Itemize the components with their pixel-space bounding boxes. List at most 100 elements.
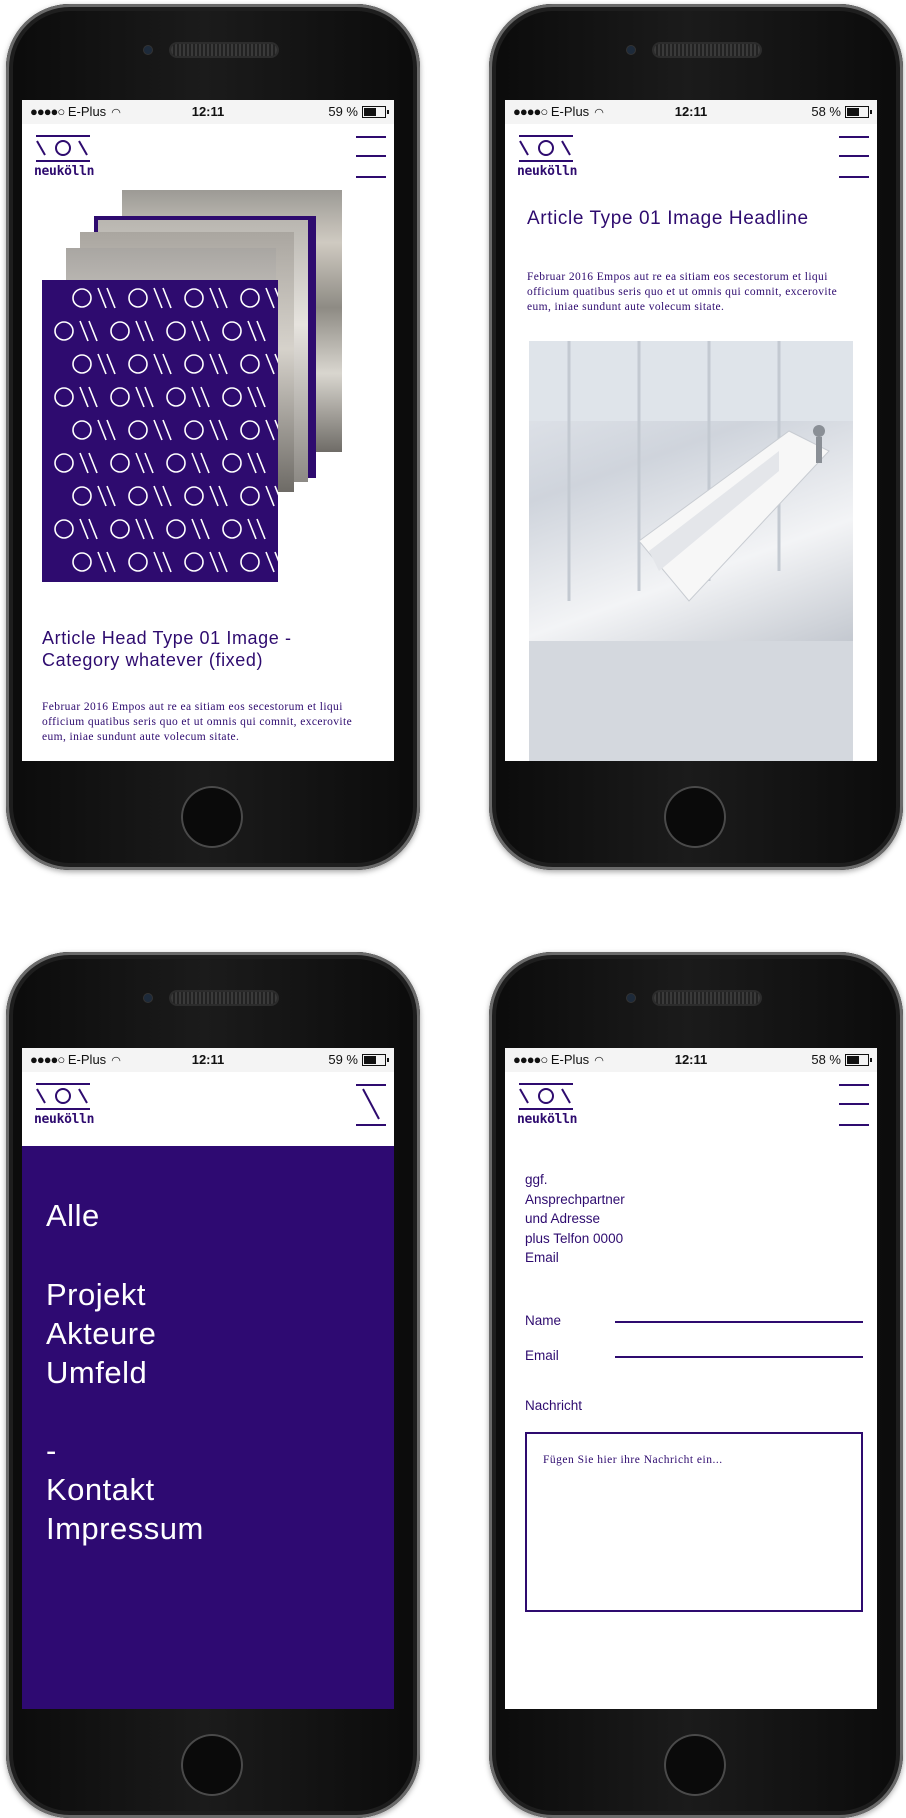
signal-icon: ●●●●○ [30, 104, 65, 119]
battery-percent: 58 % [811, 104, 841, 119]
menu-separator: - [46, 1433, 57, 1468]
carrier-group: ●●●●○ E-Plus ◠ [513, 104, 604, 119]
carrier-group: ●●●●○ E-Plus ◠ [513, 1052, 604, 1067]
image-stack[interactable] [42, 190, 362, 610]
status-time: 12:11 [191, 1052, 225, 1067]
logo[interactable]: neukölln [34, 134, 95, 179]
staircase-illustration [529, 341, 853, 761]
battery-icon [362, 1053, 389, 1066]
menu-item-umfeld[interactable]: Umfeld [46, 1355, 147, 1391]
message-placeholder: Fügen Sie hier ihre Nachricht ein... [543, 1454, 723, 1466]
screen-article-detail: ●●●●○ E-Plus ◠ 12:11 58 % neukölln Articl… [505, 100, 877, 761]
logo-mark-icon [519, 135, 573, 162]
logo[interactable]: neukölln [517, 1082, 578, 1127]
hamburger-menu-icon[interactable] [356, 132, 386, 180]
article-image [529, 341, 853, 761]
signal-icon: ●●●●○ [513, 104, 548, 119]
site-header: neukölln [505, 1072, 877, 1146]
battery-percent: 59 % [328, 1052, 358, 1067]
menu-item-akteure[interactable]: Akteure [46, 1316, 156, 1352]
battery-percent: 58 % [811, 1052, 841, 1067]
article-headline: Article Type 01 Image Headline [527, 208, 809, 229]
pattern-cover-image [42, 280, 284, 582]
contact-line: plus Telfon 0000 [525, 1230, 624, 1246]
contact-line: ggf. [525, 1172, 548, 1187]
site-header: neukölln [505, 124, 877, 198]
battery-group: 58 % [811, 1052, 872, 1067]
home-button[interactable] [664, 1734, 726, 1796]
speaker-grille [171, 992, 277, 1004]
wifi-icon: ◠ [594, 107, 604, 119]
screen-menu: ●●●●○ E-Plus ◠ 12:11 59 % neukölln Alle … [22, 1048, 394, 1709]
carrier-name: E-Plus [67, 104, 107, 119]
name-field[interactable] [615, 1321, 863, 1323]
carrier-name: E-Plus [550, 104, 590, 119]
logo-text: neukölln [34, 1112, 95, 1127]
logo-mark-icon [36, 135, 90, 162]
home-button[interactable] [181, 1734, 243, 1796]
battery-group: 58 % [811, 104, 872, 119]
phone-frame-2: ●●●●○ E-Plus ◠ 12:11 58 % neukölln Articl… [489, 4, 903, 870]
camera-icon [144, 994, 152, 1002]
battery-group: 59 % [328, 1052, 389, 1067]
article-body: Februar 2016 Empos aut re ea sitiam eos … [527, 271, 838, 313]
speaker-grille [171, 44, 277, 56]
close-menu-icon[interactable] [356, 1080, 386, 1128]
battery-icon [845, 105, 872, 118]
logo-mark-icon [519, 1083, 573, 1110]
speaker-grille [654, 992, 760, 1004]
menu-item-projekt[interactable]: Projekt [46, 1277, 146, 1313]
status-time: 12:11 [674, 104, 708, 119]
home-button[interactable] [181, 786, 243, 848]
status-bar: ●●●●○ E-Plus ◠ 12:11 59 % [22, 1048, 394, 1072]
article-headline[interactable]: Article Head Type 01 Image - Category wh… [42, 627, 362, 671]
battery-group: 59 % [328, 104, 389, 119]
status-time: 12:11 [191, 104, 225, 119]
email-label: Email [525, 1348, 559, 1363]
contact-line: Email [525, 1250, 559, 1265]
menu-item-alle[interactable]: Alle [46, 1198, 100, 1234]
camera-icon [627, 994, 635, 1002]
phone-frame-4: ●●●●○ E-Plus ◠ 12:11 58 % neukölln ggf. [489, 952, 903, 1818]
home-button[interactable] [664, 786, 726, 848]
menu-item-kontakt[interactable]: Kontakt [46, 1472, 155, 1508]
camera-icon [144, 46, 152, 54]
status-time: 12:11 [674, 1052, 708, 1067]
contact-line: Ansprechpartner [525, 1191, 625, 1207]
message-label: Nachricht [525, 1398, 583, 1413]
wifi-icon: ◠ [111, 107, 121, 119]
logo-text: neukölln [34, 164, 95, 179]
camera-icon [627, 46, 635, 54]
carrier-group: ●●●●○ E-Plus ◠ [30, 1052, 121, 1067]
menu-item-impressum[interactable]: Impressum [46, 1511, 204, 1547]
carrier-name: E-Plus [550, 1052, 590, 1067]
phone-frame-3: ●●●●○ E-Plus ◠ 12:11 59 % neukölln Alle … [6, 952, 420, 1818]
hamburger-menu-icon[interactable] [839, 1080, 869, 1128]
article-teaser: Februar 2016 Empos aut re ea sitiam eos … [42, 701, 353, 743]
status-bar: ●●●●○ E-Plus ◠ 12:11 59 % [22, 100, 394, 124]
hamburger-menu-icon[interactable] [839, 132, 869, 180]
email-field[interactable] [615, 1356, 863, 1358]
wifi-icon: ◠ [594, 1055, 604, 1067]
logo[interactable]: neukölln [517, 134, 578, 179]
signal-icon: ●●●●○ [30, 1052, 65, 1067]
battery-icon [845, 1053, 872, 1066]
logo[interactable]: neukölln [34, 1082, 95, 1127]
carrier-name: E-Plus [67, 1052, 107, 1067]
contact-info: ggf. Ansprechpartner und Adresse plus Te… [525, 1170, 625, 1268]
navigation-menu: Alle Projekt Akteure Umfeld - Kontakt Im… [22, 1146, 394, 1709]
logo-text: neukölln [517, 1112, 578, 1127]
pattern-graphic [54, 287, 284, 573]
screen-contact: ●●●●○ E-Plus ◠ 12:11 58 % neukölln ggf. [505, 1048, 877, 1709]
speaker-grille [654, 44, 760, 56]
site-header: neukölln [22, 124, 394, 198]
phone-frame-1: ●●●●○ E-Plus ◠ 12:11 59 % neukölln Artic… [6, 4, 420, 870]
screen-article-list: ●●●●○ E-Plus ◠ 12:11 59 % neukölln Artic… [22, 100, 394, 761]
logo-text: neukölln [517, 164, 578, 179]
message-textarea[interactable]: Fügen Sie hier ihre Nachricht ein... [525, 1432, 863, 1612]
site-header: neukölln [22, 1072, 394, 1146]
contact-line: und Adresse [525, 1211, 601, 1226]
battery-icon [362, 105, 389, 118]
logo-mark-icon [36, 1083, 90, 1110]
signal-icon: ●●●●○ [513, 1052, 548, 1067]
